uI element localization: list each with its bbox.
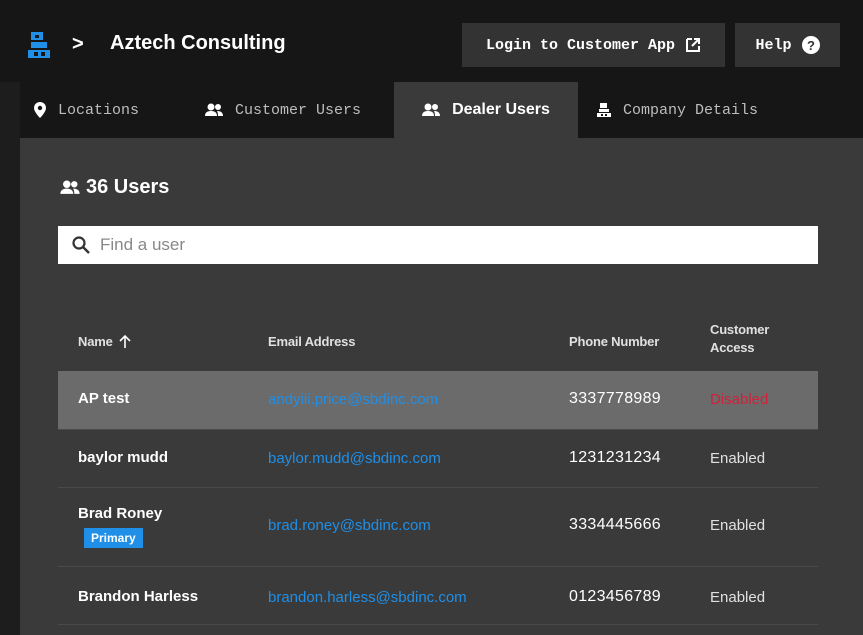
breadcrumb-separator: > [72, 33, 84, 55]
user-email-link[interactable]: andyiii.price@sbdinc.com [268, 391, 438, 408]
tab-company-details-label: Company Details [623, 101, 759, 119]
table-row[interactable]: Brandon Harless brandon.harless@sbdinc.c… [58, 566, 818, 625]
dealer-users-panel: 36 Users Name Email Address Phone Number… [20, 138, 863, 635]
column-header-access-line2: Access [710, 340, 755, 355]
help-button-label: Help [755, 36, 792, 54]
user-name: Brandon Harless [78, 588, 199, 605]
user-name: Brad Roney [78, 505, 163, 522]
top-header: > Aztech Consulting Login to Customer Ap… [0, 0, 863, 82]
user-name: AP test [78, 390, 130, 407]
building-icon [597, 103, 611, 117]
users-count-text: 36 Users [86, 176, 170, 198]
table-row[interactable]: AP test andyiii.price@sbdinc.com 3337778… [58, 371, 818, 430]
tab-customer-users[interactable]: Customer Users [205, 82, 361, 138]
column-header-access-line1: Customer [710, 322, 770, 337]
tab-dealer-users-label: Dealer Users [452, 101, 550, 118]
tab-locations[interactable]: Locations [34, 82, 139, 138]
tab-locations-label: Locations [58, 101, 140, 119]
customer-access-status: Enabled [710, 589, 766, 606]
customer-access-status: Enabled [710, 517, 766, 534]
user-email-link[interactable]: brandon.harless@sbdinc.com [268, 589, 467, 606]
column-header-customer-access[interactable]: Customer Access [710, 321, 769, 357]
user-email-link[interactable]: baylor.mudd@sbdinc.com [268, 450, 441, 467]
search-icon [72, 236, 90, 254]
user-phone: 1231231234 [569, 449, 661, 466]
column-header-phone[interactable]: Phone Number [569, 334, 659, 349]
column-header-email[interactable]: Email Address [268, 334, 355, 349]
users-icon [422, 103, 441, 117]
user-email-link[interactable]: brad.roney@sbdinc.com [268, 517, 431, 534]
tab-customer-users-label: Customer Users [235, 101, 362, 119]
external-link-icon [685, 37, 701, 53]
search-box[interactable] [58, 226, 818, 264]
location-pin-icon [34, 102, 46, 118]
customer-access-status: Disabled [710, 391, 769, 408]
user-phone: 3337778989 [569, 390, 661, 407]
column-header-name-label: Name [78, 334, 113, 349]
dealer-logo-icon[interactable] [26, 32, 52, 58]
user-name: baylor mudd [78, 449, 169, 466]
svg-text:?: ? [807, 38, 815, 53]
tab-dealer-users[interactable]: Dealer Users [394, 82, 578, 138]
user-phone: 3334445666 [569, 516, 661, 533]
users-icon [205, 103, 223, 117]
search-input[interactable] [98, 234, 782, 256]
customer-access-status: Enabled [710, 450, 766, 467]
primary-badge: Primary [84, 528, 143, 548]
help-question-icon: ? [801, 36, 820, 54]
company-name: Aztech Consulting [110, 32, 286, 54]
sort-ascending-icon[interactable] [119, 335, 131, 348]
tab-company-details[interactable]: Company Details [597, 82, 758, 138]
table-row[interactable]: baylor mudd baylor.mudd@sbdinc.com 12312… [58, 429, 818, 488]
tab-bar: Locations Customer Users Dealer Users Co… [20, 82, 863, 138]
user-phone: 0123456789 [569, 588, 661, 605]
column-header-name[interactable]: Name [78, 334, 131, 349]
login-button-label: Login to Customer App [485, 36, 676, 54]
users-count-heading: 36 Users [60, 176, 169, 199]
help-button[interactable]: Help ? [735, 23, 840, 67]
table-row[interactable]: Brad Roney Primary brad.roney@sbdinc.com… [58, 487, 818, 567]
users-icon [60, 180, 80, 195]
login-customer-app-button[interactable]: Login to Customer App [462, 23, 725, 67]
